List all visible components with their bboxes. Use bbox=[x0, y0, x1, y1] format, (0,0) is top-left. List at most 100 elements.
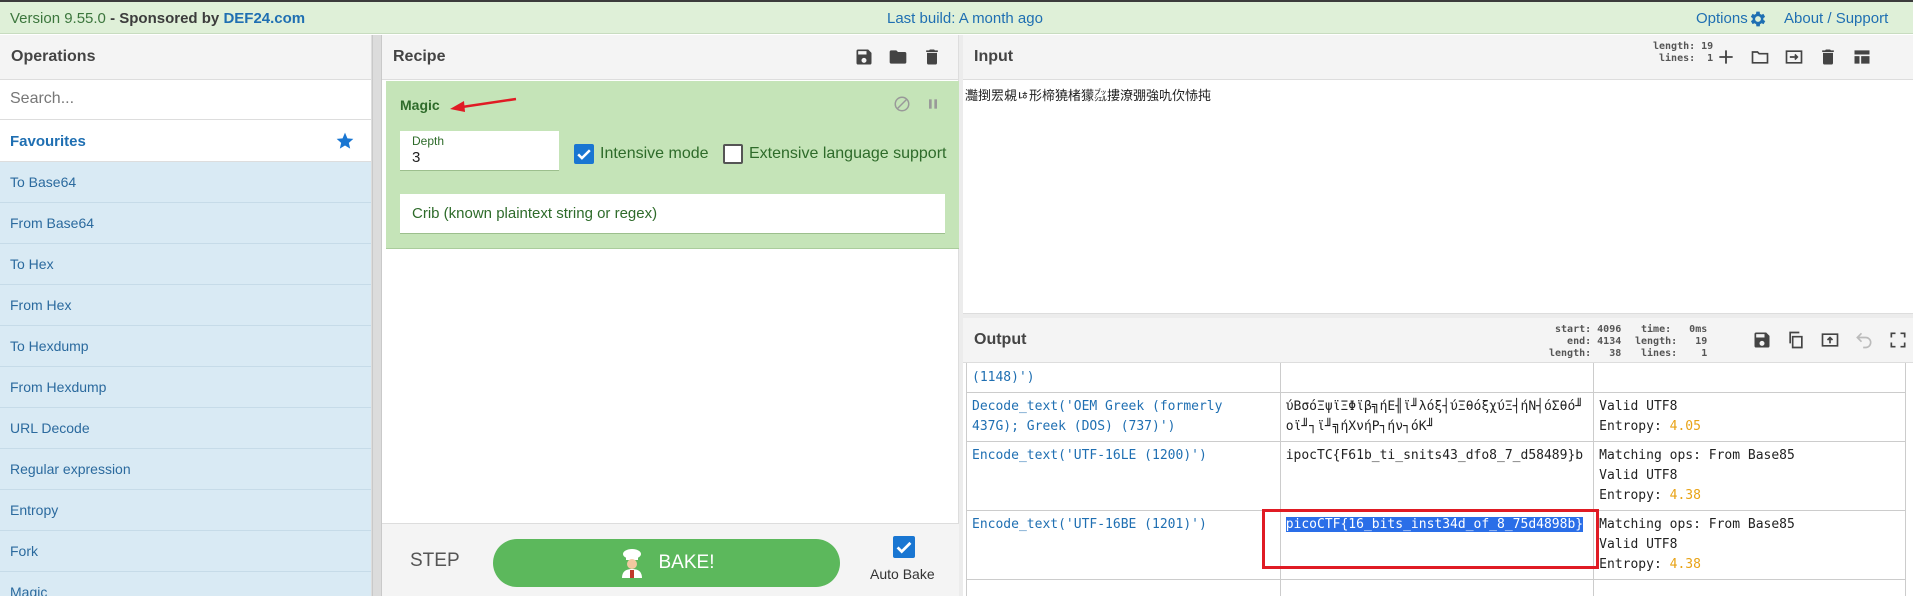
sponsor-link[interactable]: DEF24.com bbox=[223, 10, 305, 27]
gear-icon[interactable] bbox=[1748, 9, 1768, 29]
input-textarea[interactable]: 灩捯䍔䙻ㄶ形楴獟楮獴㌴摟潦弸強㕤㐸㤸扽 bbox=[965, 85, 1211, 104]
entropy-label: Entropy: bbox=[1599, 419, 1670, 434]
properties-text: Matching ops: From Base85 Valid UTF8 bbox=[1599, 448, 1795, 483]
maximize-icon[interactable] bbox=[1888, 330, 1908, 350]
intensive-mode-label[interactable]: Intensive mode bbox=[600, 145, 709, 163]
entropy-label: Entropy: bbox=[1599, 488, 1670, 503]
entropy-value: 4.38 bbox=[1669, 557, 1701, 572]
operations-resize-handle[interactable] bbox=[372, 35, 382, 596]
pause-icon[interactable] bbox=[925, 95, 941, 113]
red-highlight-annotation bbox=[1262, 509, 1599, 569]
op-item-fork[interactable]: Fork bbox=[0, 531, 371, 572]
recipe-title: Recipe bbox=[393, 48, 446, 65]
table-row: (1148)') bbox=[966, 363, 1906, 393]
table-row bbox=[966, 579, 1906, 596]
result-cell bbox=[1279, 363, 1595, 393]
op-item-from-base64[interactable]: From Base64 bbox=[0, 203, 371, 244]
op-item-regular-expression[interactable]: Regular expression bbox=[0, 449, 371, 490]
favourites-category[interactable]: Favourites bbox=[0, 120, 371, 162]
properties-text: Valid UTF8 bbox=[1599, 399, 1678, 414]
copy-icon[interactable] bbox=[1786, 330, 1806, 350]
op-item-to-hex[interactable]: To Hex bbox=[0, 244, 371, 285]
entropy-label: Entropy: bbox=[1599, 557, 1670, 572]
operations-title: Operations bbox=[0, 35, 371, 80]
red-arrow-annotation bbox=[450, 97, 517, 112]
version-text: Version 9.55.0 bbox=[10, 10, 106, 27]
recipe-cell[interactable]: Decode_text('OEM Greek (formerly 437G); … bbox=[966, 392, 1281, 442]
options-link[interactable]: Options bbox=[1696, 10, 1748, 27]
output-stats-position: start: 4096 end: 4134 length: 38 bbox=[1549, 324, 1622, 359]
properties-cell: Matching ops: From Base85 Valid UTF8 Ent… bbox=[1593, 510, 1906, 580]
recipe-footer: STEP BAKE! Auto Bake bbox=[382, 523, 959, 596]
input-file-icon[interactable] bbox=[1784, 47, 1804, 67]
recipe-cell[interactable]: (1148)') bbox=[966, 363, 1281, 393]
save-icon[interactable] bbox=[1752, 330, 1772, 350]
auto-bake-checkbox[interactable] bbox=[893, 536, 915, 558]
op-item-from-hex[interactable]: From Hex bbox=[0, 285, 371, 326]
op-item-to-base64[interactable]: To Base64 bbox=[0, 162, 371, 203]
depth-label: Depth bbox=[412, 134, 445, 148]
input-header: Input length: 19 lines: 1 bbox=[963, 35, 1913, 80]
undo-icon[interactable] bbox=[1854, 330, 1874, 350]
op-item-url-decode[interactable]: URL Decode bbox=[0, 408, 371, 449]
sponsor-text: - Sponsored by bbox=[110, 10, 220, 27]
checkmark-icon bbox=[577, 149, 591, 160]
operations-panel: Operations Search... Favourites To Base6… bbox=[0, 35, 372, 596]
extensive-language-checkbox[interactable] bbox=[723, 144, 743, 164]
op-item-to-hexdump[interactable]: To Hexdump bbox=[0, 326, 371, 367]
result-cell bbox=[1279, 579, 1595, 596]
properties-text: Matching ops: From Base85 Valid UTF8 bbox=[1599, 517, 1795, 552]
op-item-magic[interactable]: Magic bbox=[0, 572, 371, 596]
recipe-header: Recipe bbox=[382, 35, 958, 80]
recipe-cell[interactable]: Encode_text('UTF-16BE (1201)') bbox=[966, 510, 1281, 580]
recipe-cell[interactable]: Encode_text('UTF-16LE (1200)') bbox=[966, 441, 1281, 511]
top-banner: Version 9.55.0 - Sponsored by DEF24.com … bbox=[0, 0, 1913, 34]
op-item-from-hexdump[interactable]: From Hexdump bbox=[0, 367, 371, 408]
chef-icon bbox=[621, 549, 642, 578]
trash-icon[interactable] bbox=[922, 47, 942, 67]
folder-icon[interactable] bbox=[1750, 47, 1770, 67]
depth-field[interactable]: Depth 3 bbox=[400, 131, 559, 171]
about-support-link[interactable]: About / Support bbox=[1784, 10, 1888, 27]
properties-cell bbox=[1593, 363, 1906, 393]
layout-icon[interactable] bbox=[1852, 47, 1872, 67]
crib-input[interactable]: Crib (known plaintext string or regex) bbox=[400, 194, 945, 234]
properties-cell bbox=[1593, 579, 1906, 596]
result-cell: ύΒσόΞψϊΞΦϊβ╗ήΕ╢ϊ╜λόξ┤ύΞθόξχύΞ┤ήΝ┤όΣθό╜οϊ… bbox=[1279, 392, 1595, 442]
input-title: Input bbox=[974, 48, 1014, 65]
recipe-cell[interactable] bbox=[966, 579, 1281, 596]
favourites-label: Favourites bbox=[10, 133, 86, 150]
checkmark-icon bbox=[896, 541, 912, 554]
output-stats-time: time: 0ms length: 19 lines: 1 bbox=[1635, 324, 1708, 359]
depth-value[interactable]: 3 bbox=[412, 149, 547, 166]
trash-icon[interactable] bbox=[1818, 47, 1838, 67]
bake-button[interactable]: BAKE! bbox=[493, 539, 840, 587]
disable-icon[interactable] bbox=[893, 95, 911, 113]
extensive-language-label[interactable]: Extensive language support bbox=[749, 145, 946, 163]
step-button[interactable]: STEP bbox=[410, 550, 460, 572]
magic-title: Magic bbox=[400, 97, 440, 113]
save-icon[interactable] bbox=[854, 47, 874, 67]
entropy-value: 4.05 bbox=[1669, 419, 1701, 434]
intensive-mode-checkbox[interactable] bbox=[574, 144, 594, 164]
result-cell: ipocTC{F61b_ti_snits43_dfo8_7_d58489}b bbox=[1279, 441, 1595, 511]
bake-label: BAKE! bbox=[658, 552, 715, 573]
last-build-text: Last build: A month ago bbox=[887, 10, 1043, 27]
folder-icon[interactable] bbox=[888, 47, 908, 67]
input-panel: Input length: 19 lines: 1 灩捯䍔䙻ㄶ形楴獟楮獴㌴摟潦弸… bbox=[963, 35, 1913, 313]
input-stats: length: 19 lines: 1 bbox=[1653, 41, 1714, 64]
version-info: Version 9.55.0 - Sponsored by DEF24.com bbox=[10, 10, 305, 27]
magic-operation-block[interactable]: Magic Depth 3 Intensive mode Extensive l… bbox=[386, 81, 961, 249]
entropy-value: 4.38 bbox=[1669, 488, 1701, 503]
add-icon[interactable] bbox=[1716, 47, 1736, 67]
cyberchef-app: Version 9.55.0 - Sponsored by DEF24.com … bbox=[0, 0, 1913, 596]
auto-bake-label[interactable]: Auto Bake bbox=[870, 566, 935, 582]
table-row: Encode_text('UTF-16LE (1200)') ipocTC{F6… bbox=[966, 441, 1906, 511]
star-icon[interactable] bbox=[335, 131, 355, 151]
recipe-panel: Recipe Magic Depth 3 Intensive mode Exte… bbox=[382, 35, 961, 596]
op-item-entropy[interactable]: Entropy bbox=[0, 490, 371, 531]
operations-search-input[interactable]: Search... bbox=[0, 80, 371, 120]
properties-cell: Valid UTF8 Entropy: 4.05 bbox=[1593, 392, 1906, 442]
output-header: Output start: 4096 end: 4134 length: 38 … bbox=[963, 318, 1913, 363]
replace-input-icon[interactable] bbox=[1820, 330, 1840, 350]
